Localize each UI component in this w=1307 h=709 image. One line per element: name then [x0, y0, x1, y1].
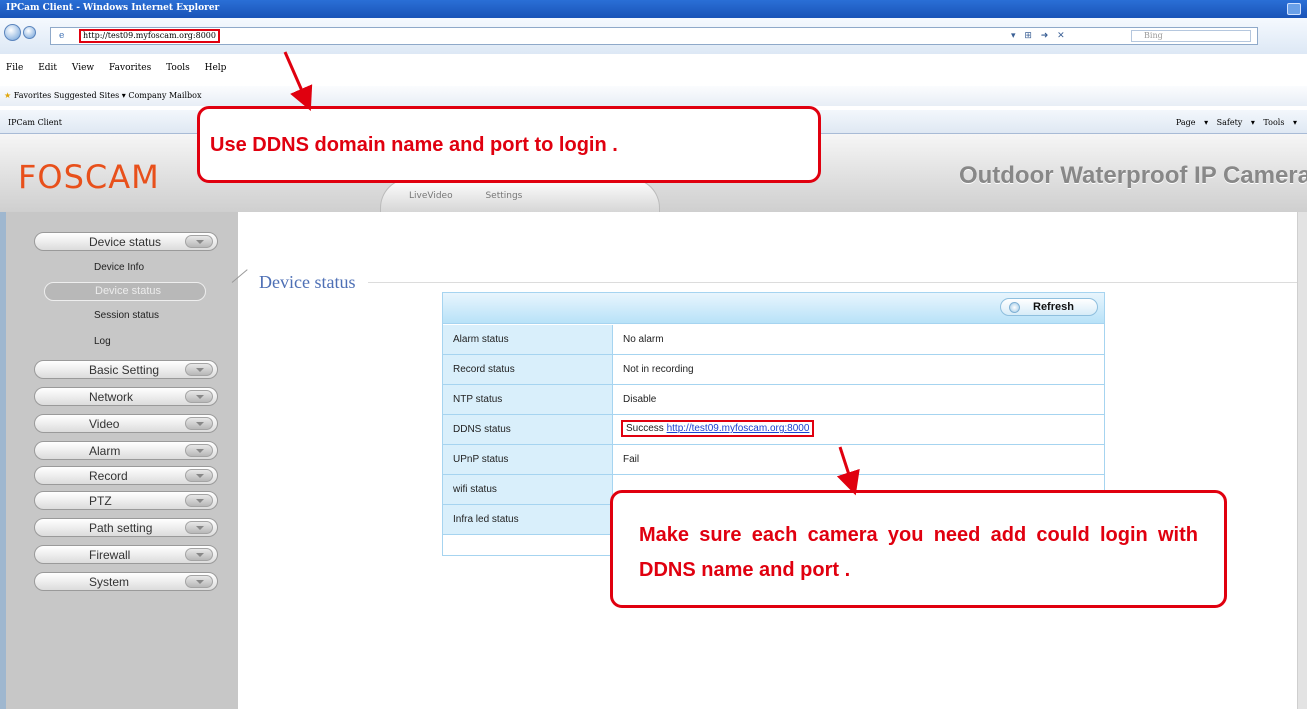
- menu-label: Path setting: [89, 521, 153, 535]
- row-label: Alarm status: [443, 325, 613, 354]
- menu-label: Device status: [89, 235, 162, 249]
- row-value: Success http://test09.myfoscam.org:8000: [613, 415, 1104, 444]
- product-title: Outdoor Waterproof IP Camera: [958, 162, 1307, 189]
- tab-settings[interactable]: LiveVideo Settings: [380, 178, 660, 212]
- menu-label: Video: [89, 417, 120, 431]
- menu-record[interactable]: Record: [34, 466, 218, 485]
- table-row: Alarm status No alarm: [443, 325, 1104, 355]
- table-header: Refresh: [443, 293, 1104, 324]
- table-row: Record status Not in recording: [443, 355, 1104, 385]
- address-bar-area: e http://test09.myfoscam.org:8000 ▾ ⊞ ➜ …: [0, 18, 1307, 54]
- refresh-button[interactable]: Refresh: [1000, 298, 1098, 316]
- row-value: Fail: [623, 454, 640, 465]
- chevron-down-icon: [185, 390, 213, 403]
- ddns-url-link[interactable]: http://test09.myfoscam.org:8000: [667, 423, 810, 434]
- ddns-status-text: Success: [626, 423, 664, 434]
- row-value: Not in recording: [623, 364, 694, 375]
- menu-label: Network: [89, 390, 134, 404]
- menu-device-status[interactable]: Device status: [34, 232, 218, 251]
- menu-label: PTZ: [89, 494, 112, 508]
- window-control-button[interactable]: [1287, 3, 1301, 15]
- address-tools-icons[interactable]: ▾ ⊞ ➜ ✕: [1011, 31, 1068, 41]
- section-divider: [368, 282, 1297, 283]
- address-url[interactable]: http://test09.myfoscam.org:8000: [79, 29, 220, 43]
- table-row: NTP status Disable: [443, 385, 1104, 415]
- menu-basic-setting[interactable]: Basic Setting: [34, 360, 218, 379]
- login-callout: Use DDNS domain name and port to login .: [197, 106, 821, 183]
- ipcam-client-screenshot: IPCam Client - Windows Internet Explorer…: [0, 0, 1307, 709]
- window-title: IPCam Client - Windows Internet Explorer: [6, 3, 220, 13]
- row-label: NTP status: [443, 385, 613, 414]
- favorites-star-icon: ★: [4, 91, 12, 100]
- menu-system[interactable]: System: [34, 572, 218, 591]
- submenu-session-status[interactable]: Session status: [94, 310, 159, 321]
- row-label: DDNS status: [443, 415, 613, 444]
- menu-alarm[interactable]: Alarm: [34, 441, 218, 460]
- page-title: Device status: [259, 272, 356, 292]
- row-value: Disable: [623, 394, 657, 405]
- table-row: UPnP status Fail: [443, 445, 1104, 475]
- camera-callout: Make sure each camera you need add could…: [610, 490, 1227, 608]
- login-callout-text: Use DDNS domain name and port to login .: [210, 134, 618, 156]
- chevron-down-icon: [185, 521, 213, 534]
- browser-command-bar[interactable]: Page ▾ Safety ▾ Tools ▾: [1176, 118, 1297, 127]
- row-label: wifi status: [443, 475, 613, 504]
- menu-label: System: [89, 575, 130, 589]
- refresh-label: Refresh: [1033, 301, 1074, 313]
- camera-callout-text: Make sure each camera you need add could…: [639, 524, 1198, 581]
- page-icon: e: [59, 31, 65, 41]
- submenu-device-info[interactable]: Device Info: [94, 262, 144, 273]
- submenu-log[interactable]: Log: [94, 336, 111, 347]
- ddns-status-highlight: Success http://test09.myfoscam.org:8000: [621, 420, 815, 437]
- menu-label: Firewall: [89, 548, 131, 562]
- chevron-down-icon: [185, 469, 213, 482]
- chevron-down-icon: [185, 417, 213, 430]
- chevron-down-icon: [185, 444, 213, 457]
- window-left-edge: [0, 212, 6, 709]
- address-input[interactable]: e http://test09.myfoscam.org:8000 ▾ ⊞ ➜ …: [50, 27, 1258, 45]
- foscam-logo: FOSCAM: [18, 158, 160, 196]
- submenu-device-status-active[interactable]: Device status: [44, 282, 206, 301]
- chevron-down-icon: [185, 363, 213, 376]
- tab-ipcam-client[interactable]: IPCam Client: [8, 118, 62, 127]
- chevron-down-icon: [185, 575, 213, 588]
- search-input[interactable]: Bing: [1131, 30, 1251, 42]
- chevron-down-icon: [185, 494, 213, 507]
- row-value: No alarm: [623, 334, 664, 345]
- row-label: Record status: [443, 355, 613, 384]
- back-icon[interactable]: [4, 24, 21, 41]
- row-label: Infra led status: [443, 505, 613, 534]
- table-row: DDNS status Success http://test09.myfosc…: [443, 415, 1104, 445]
- menu-ptz[interactable]: PTZ: [34, 491, 218, 510]
- menu-label: Record: [89, 469, 128, 483]
- chevron-down-icon: [185, 548, 213, 561]
- favorites-bar-items[interactable]: Favorites Suggested Sites ▾ Company Mail…: [14, 91, 202, 100]
- menu-label: Alarm: [89, 444, 121, 458]
- favorites-bar[interactable]: ★ Favorites Suggested Sites ▾ Company Ma…: [0, 86, 1307, 106]
- menu-network[interactable]: Network: [34, 387, 218, 406]
- row-label: UPnP status: [443, 445, 613, 474]
- chevron-down-icon: [185, 235, 213, 248]
- menu-label: Basic Setting: [89, 363, 160, 377]
- menu-path-setting[interactable]: Path setting: [34, 518, 218, 537]
- menu-firewall[interactable]: Firewall: [34, 545, 218, 564]
- forward-icon[interactable]: [23, 26, 36, 39]
- scrollbar[interactable]: [1297, 212, 1307, 709]
- browser-menu-bar[interactable]: File Edit View Favorites Tools Help: [0, 58, 1307, 82]
- refresh-icon: [1009, 302, 1020, 313]
- window-title-bar: IPCam Client - Windows Internet Explorer: [0, 0, 1307, 18]
- menu-video[interactable]: Video: [34, 414, 218, 433]
